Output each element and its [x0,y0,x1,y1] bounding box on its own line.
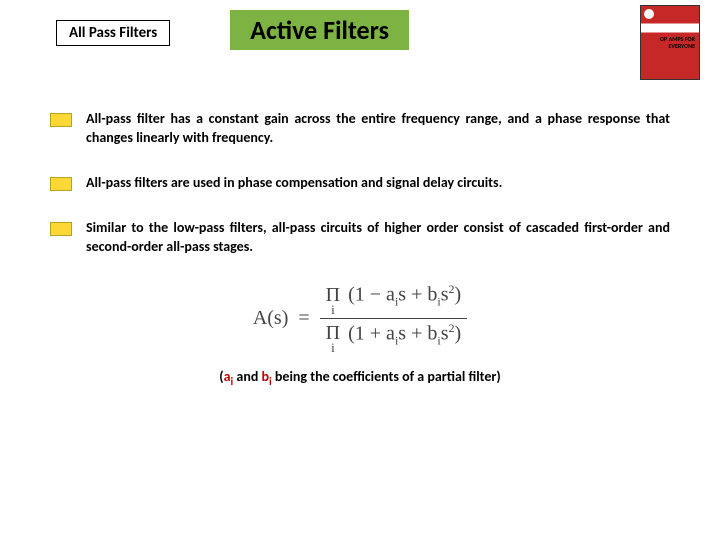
formula-fraction: Π i (1 − ais + bis2) Π i (1 + ais + bis2… [320,282,468,354]
product-symbol: Π i [326,324,340,354]
fraction-bar [320,318,468,319]
title-box: Active Filters [230,10,409,50]
formula-lhs: A(s) [253,307,289,330]
book-cover-thumbnail: OP AMPS FOR EVERYONE [640,5,700,80]
bullet-text: All-pass filters are used in phase compe… [86,174,502,193]
subtitle-box: All Pass Filters [56,20,170,46]
formula-denominator: Π i (1 + ais + bis2) [320,321,468,354]
bullet-item: Similar to the low-pass filters, all-pas… [50,219,670,257]
book-cover-text: OP AMPS FOR EVERYONE [660,36,695,49]
formula-equals: = [298,307,309,330]
coefficient-note: (ai and bi being the coefficients of a p… [0,368,720,388]
bullet-text: Similar to the low-pass filters, all-pas… [86,219,670,257]
bullet-item: All-pass filters are used in phase compe… [50,174,670,193]
bullet-marker-icon [50,177,72,191]
product-symbol: Π i [326,286,340,316]
header-row: All Pass Filters Active Filters [0,0,720,50]
bullet-list: All-pass filter has a constant gain acro… [0,50,720,256]
bullet-item: All-pass filter has a constant gain acro… [50,110,670,148]
formula-numerator: Π i (1 − ais + bis2) [320,282,468,315]
bullet-marker-icon [50,222,72,236]
bullet-text: All-pass filter has a constant gain acro… [86,110,670,148]
transfer-function-formula: A(s) = Π i (1 − ais + bis2) Π i (1 + ais… [0,282,720,354]
bullet-marker-icon [50,113,72,127]
